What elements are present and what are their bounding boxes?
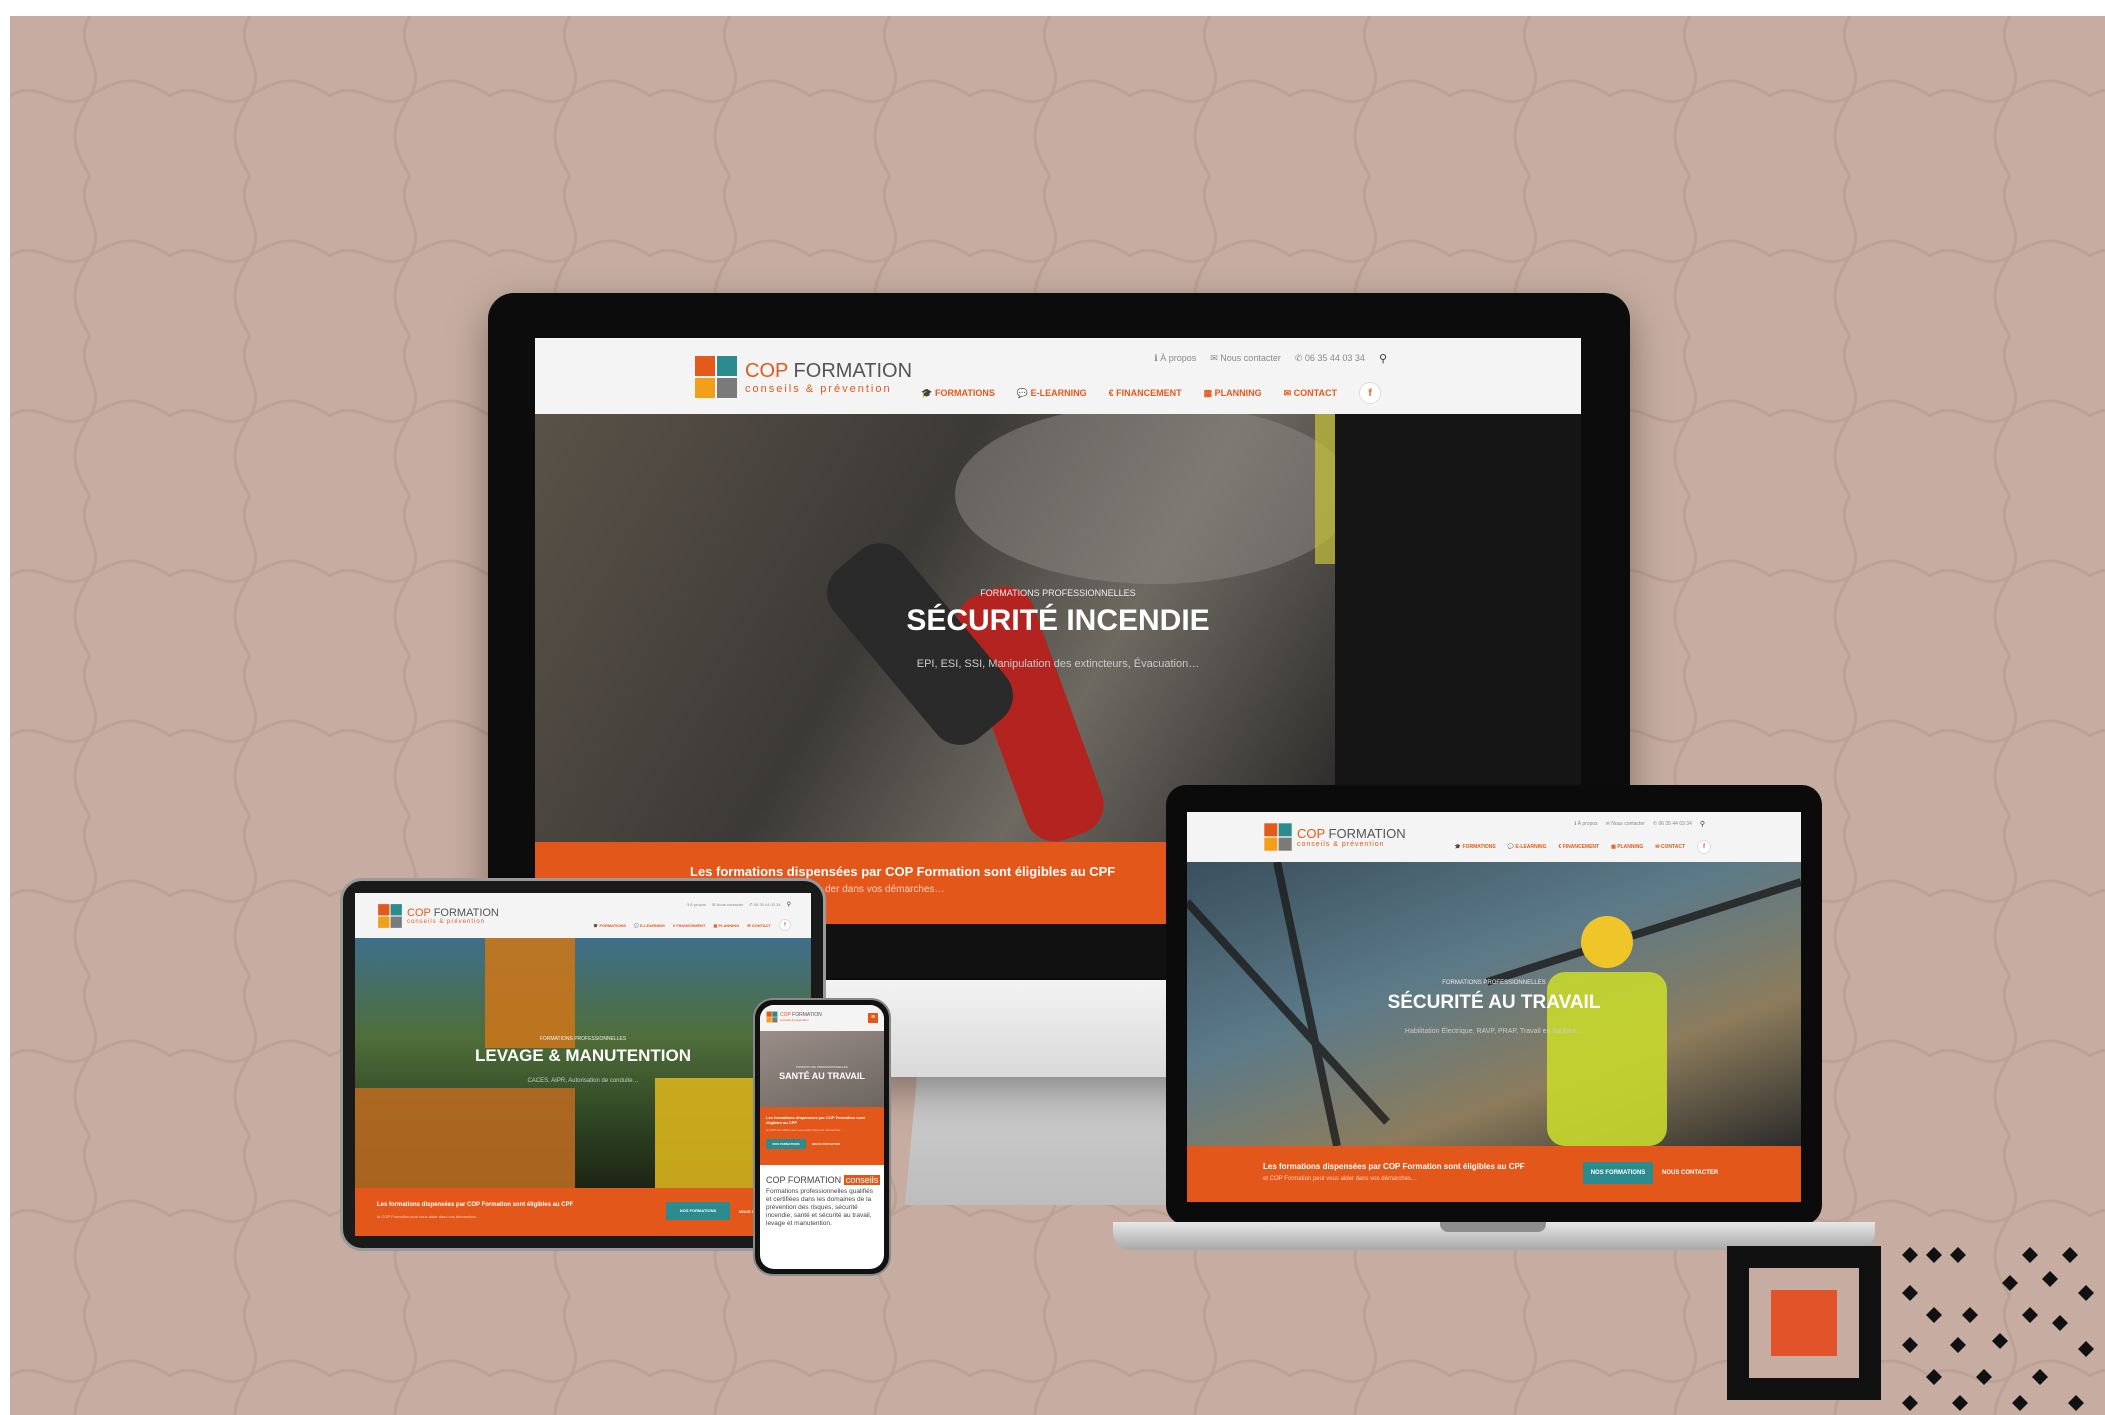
nav-financement[interactable]: € FINANCEMENT	[1559, 844, 1600, 850]
cpf-title: Les formations dispensées par COP Format…	[1263, 1162, 1525, 1171]
hero-banner: FORMATIONS PROFESSIONNELLES SÉCURITÉ INC…	[535, 414, 1581, 842]
cpf-band: Les formations dispensées par COP Format…	[760, 1107, 884, 1165]
tablet-screen: COP FORMATION conseils & prévention ℹ À …	[355, 893, 811, 1236]
brand-tagline: conseils & prévention	[407, 919, 486, 925]
hero-banner: FORMATIONS PROFESSIONNELLES SANTÉ AU TRA…	[760, 1031, 884, 1107]
hero-kicker: FORMATIONS PROFESSIONNELLES	[539, 1036, 627, 1042]
nous-contacter-button[interactable]: NOUS CONTACTER	[812, 1142, 840, 1146]
search-icon[interactable]: ⚲	[787, 901, 791, 908]
brand-name: COP FORMATION	[745, 359, 913, 382]
puzzle-logo-icon	[378, 904, 402, 928]
decor-diamond-pattern	[1902, 1247, 2094, 1411]
cpf-band: Les formations dispensées par COP Format…	[1187, 1146, 1801, 1202]
hero-banner: FORMATIONS PROFESSIONNELLES SÉCURITÉ AU …	[1187, 862, 1801, 1146]
nos-formations-button[interactable]: NOS FORMATIONS	[666, 1202, 730, 1220]
site-header: COP FORMATION conseils & prévention ℹ À …	[355, 893, 811, 938]
contact-us-link[interactable]: ✉ Nous contacter	[1210, 353, 1281, 364]
cpf-title: Les formations dispensées par COP Format…	[690, 864, 1116, 879]
brand-tagline: conseils & prévention	[1297, 841, 1385, 848]
phone-link[interactable]: ✆ 06 35 44 03 34	[1295, 353, 1365, 364]
search-icon[interactable]: ⚲	[1700, 820, 1705, 828]
cpf-text: et COP Formation peut vous aider dans vo…	[1263, 1176, 1417, 1182]
laptop-notch	[1440, 1222, 1546, 1232]
cpf-text: …der dans vos démarches…	[815, 884, 945, 895]
hero-title: SÉCURITÉ AU TRAVAIL	[1387, 992, 1601, 1013]
nav-elearning[interactable]: 💬 E-LEARNING	[1508, 844, 1547, 850]
about-section: COP FORMATION conseils Formations profes…	[766, 1175, 881, 1228]
cpf-title: Les formations dispensées par COP Format…	[377, 1202, 574, 1208]
nous-contacter-button[interactable]: NOUS CONTACTER	[1662, 1170, 1718, 1176]
facebook-icon[interactable]: f	[779, 919, 791, 931]
puzzle-logo-icon	[1264, 823, 1292, 851]
nav-planning[interactable]: ▦ PLANNING	[1611, 844, 1643, 850]
hero-title: SANTÉ AU TRAVAIL	[779, 1071, 865, 1081]
nav-financement[interactable]: € FINANCEMENT	[673, 923, 705, 928]
puzzle-logo-icon	[695, 356, 737, 398]
cpf-text: et COP Formation peut vous aider dans vo…	[766, 1128, 843, 1132]
phone-link[interactable]: ✆ 06 35 44 03 34	[749, 902, 780, 907]
brand-tagline: conseils & prévention	[745, 382, 892, 395]
nav-contact[interactable]: ✉ CONTACT	[747, 923, 771, 928]
nos-formations-button[interactable]: NOS FORMATIONS	[1583, 1162, 1653, 1184]
hero-description: CACES, AIPR, Autorisation de conduite…	[527, 1078, 639, 1084]
site-logo[interactable]: COP FORMATION conseils & prévention	[693, 354, 912, 400]
hero-description: EPI, ESI, SSI, Manipulation des extincte…	[916, 658, 1200, 670]
brand-name: COP FORMATION	[1297, 826, 1406, 841]
search-icon[interactable]: ⚲	[1379, 352, 1387, 365]
top-links: ℹ À propos ✉ Nous contacter ✆ 06 35 44 0…	[687, 901, 791, 908]
laptop-screen: COP FORMATION conseils & prévention ℹ À …	[1187, 812, 1801, 1202]
nav-formations[interactable]: 🎓 FORMATIONS	[593, 923, 626, 928]
phone-screen: COP FORMATION conseils & prévention ≡ FO…	[760, 1005, 884, 1269]
brand-name: COP FORMATION	[407, 907, 499, 919]
nav-planning[interactable]: ▦ PLANNING	[713, 923, 739, 928]
hero-kicker: FORMATIONS PROFESSIONNELLES	[1442, 980, 1546, 986]
site-header: COP FORMATION conseils & prévention ≡	[760, 1005, 884, 1031]
contact-us-link[interactable]: ✉ Nous contacter	[712, 902, 743, 907]
site-logo[interactable]: COP FORMATION conseils & prévention	[766, 1011, 822, 1023]
cpf-band: Les formations dispensées par COP Format…	[355, 1188, 811, 1236]
site-logo[interactable]: COP FORMATION conseils & prévention	[377, 903, 499, 929]
nav-contact[interactable]: ✉ CONTACT	[1284, 388, 1337, 399]
section-heading: COP FORMATION conseils	[766, 1175, 881, 1185]
hero-kicker: FORMATIONS PROFESSIONNELLES	[796, 1065, 848, 1069]
decor-square	[1727, 1246, 1881, 1400]
facebook-icon[interactable]: f	[1359, 382, 1381, 404]
hero-description: Habilitation Électrique, RAVP, PRAP, Tra…	[1404, 1028, 1584, 1035]
hero-kicker: FORMATIONS PROFESSIONNELLES	[980, 588, 1136, 598]
facebook-icon[interactable]: f	[1697, 840, 1711, 854]
site-logo[interactable]: COP FORMATION conseils & prévention	[1263, 822, 1406, 852]
main-nav: 🎓 FORMATIONS 💬 E-LEARNING € FINANCEMENT …	[921, 382, 1381, 404]
top-links: ℹ À propos ✉ Nous contacter ✆ 06 35 44 0…	[1574, 820, 1705, 828]
hero-banner: FORMATIONS PROFESSIONNELLES LEVAGE & MAN…	[355, 938, 811, 1188]
hero-title: SÉCURITÉ INCENDIE	[906, 604, 1210, 637]
hero-title: LEVAGE & MANUTENTION	[475, 1046, 691, 1065]
section-badge: conseils	[843, 1175, 881, 1185]
site-header: COP FORMATION conseils & prévention ℹ À …	[1187, 812, 1801, 862]
nav-planning[interactable]: ▦ PLANNING	[1204, 388, 1262, 399]
main-nav: 🎓 FORMATIONS 💬 E-LEARNING € FINANCEMENT …	[593, 919, 791, 931]
brand-tagline: conseils & prévention	[780, 1018, 809, 1022]
top-links: ℹ À propos ✉ Nous contacter ✆ 06 35 44 0…	[1154, 352, 1387, 365]
nav-elearning[interactable]: 💬 E-LEARNING	[634, 923, 665, 928]
site-header: COP FORMATION conseils & prévention ℹ À …	[535, 338, 1581, 414]
menu-icon[interactable]: ≡	[868, 1013, 878, 1023]
about-link[interactable]: ℹ À propos	[1154, 353, 1196, 364]
nav-elearning[interactable]: 💬 E-LEARNING	[1017, 388, 1087, 399]
cpf-text: et COP Formation peut vous aider dans vo…	[377, 1214, 480, 1219]
puzzle-logo-icon	[766, 1011, 778, 1023]
nav-formations[interactable]: 🎓 FORMATIONS	[921, 388, 995, 399]
phone-link[interactable]: ✆ 06 35 44 03 34	[1653, 821, 1692, 827]
about-link[interactable]: ℹ À propos	[687, 902, 706, 907]
decor-square-core	[1771, 1290, 1837, 1356]
nos-formations-button[interactable]: NOS FORMATIONS	[766, 1139, 806, 1149]
nav-contact[interactable]: ✉ CONTACT	[1655, 844, 1685, 850]
about-link[interactable]: ℹ À propos	[1574, 821, 1597, 827]
main-nav: 🎓 FORMATIONS 💬 E-LEARNING € FINANCEMENT …	[1455, 840, 1711, 854]
nav-financement[interactable]: € FINANCEMENT	[1109, 388, 1182, 398]
nav-formations[interactable]: 🎓 FORMATIONS	[1455, 844, 1496, 850]
cpf-title: Les formations dispensées par COP Format…	[766, 1115, 865, 1125]
contact-us-link[interactable]: ✉ Nous contacter	[1606, 821, 1645, 827]
section-text: Formations professionnelles qualifiés et…	[766, 1188, 873, 1227]
